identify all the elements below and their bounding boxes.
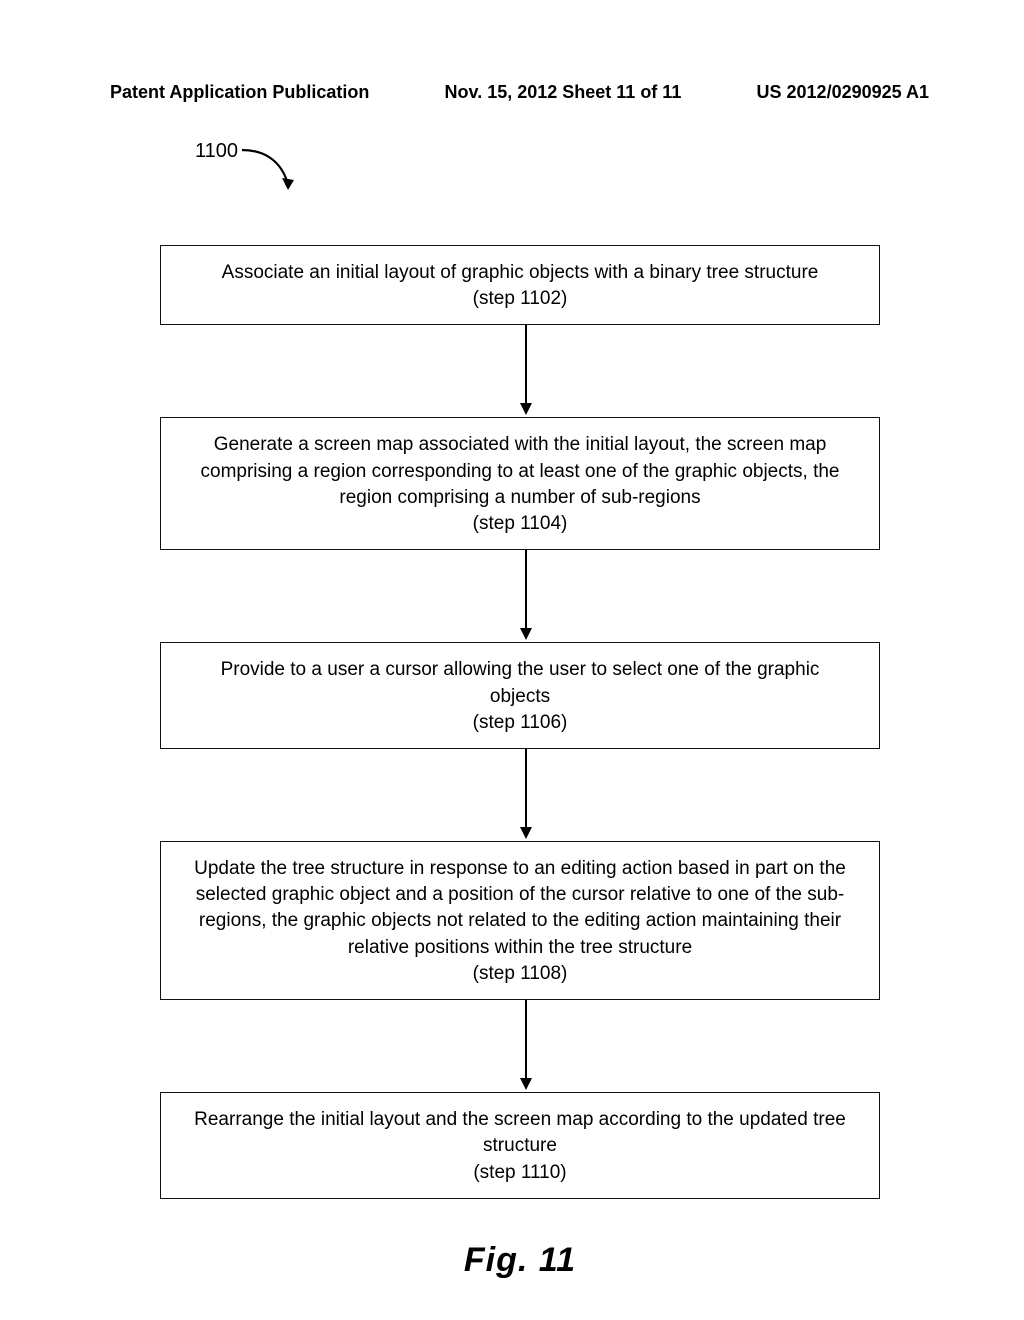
flow-step-text: Generate a screen map associated with th… [201,434,840,507]
flow-connector [519,325,521,417]
header-left: Patent Application Publication [110,82,369,103]
flow-connector [519,1000,521,1092]
flow-step-text: Associate an initial layout of graphic o… [222,262,819,283]
page-header: Patent Application Publication Nov. 15, … [110,82,929,103]
flow-step-number: (step 1108) [189,961,851,987]
flow-step-number: (step 1102) [189,286,851,312]
reference-number-label: 1100 [195,140,238,163]
reference-arrow-icon [240,142,300,197]
flow-connector [519,749,521,841]
header-right: US 2012/0290925 A1 [757,82,929,103]
flow-step-1106: Provide to a user a cursor allowing the … [160,642,880,749]
flow-step-1104: Generate a screen map associated with th… [160,417,880,550]
flow-step-number: (step 1104) [189,511,851,537]
flow-step-number: (step 1106) [189,710,851,736]
flow-step-1110: Rearrange the initial layout and the scr… [160,1092,880,1199]
flow-step-1102: Associate an initial layout of graphic o… [160,245,880,325]
flow-step-text: Rearrange the initial layout and the scr… [194,1109,846,1156]
flow-step-text: Provide to a user a cursor allowing the … [221,659,820,706]
flowchart-body: Associate an initial layout of graphic o… [140,245,900,1280]
flow-step-1108: Update the tree structure in response to… [160,841,880,1000]
figure-caption: Fig. 11 [140,1241,900,1280]
flow-step-number: (step 1110) [189,1160,851,1186]
flow-step-text: Update the tree structure in response to… [194,858,846,958]
header-center: Nov. 15, 2012 Sheet 11 of 11 [445,82,682,103]
flow-connector [519,550,521,642]
